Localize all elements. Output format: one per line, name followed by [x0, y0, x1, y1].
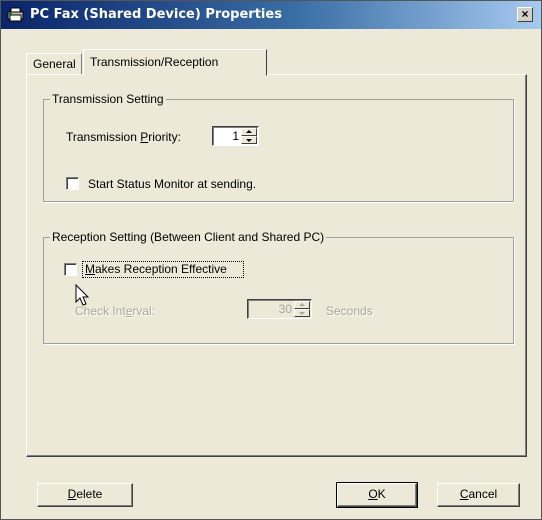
ok-label: K: [377, 487, 386, 501]
tab-transmission-reception-label: Transmission/Reception: [90, 55, 219, 69]
status-monitor-checkbox[interactable]: [66, 177, 79, 190]
properties-dialog: PC Fax (Shared Device) Properties × Gene…: [0, 0, 542, 520]
priority-spin-up-button[interactable]: [241, 128, 257, 136]
tab-general[interactable]: General: [26, 53, 82, 75]
mouse-pointer-icon: [75, 284, 90, 306]
arrow-up-icon: [246, 130, 252, 133]
check-interval-value: 30: [278, 302, 292, 316]
delete-label: elete: [76, 487, 103, 501]
close-icon: ×: [521, 7, 529, 21]
cancel-label: ancel: [468, 487, 498, 501]
printer-fax-icon: [7, 7, 24, 22]
priority-label: Transmission Priority:: [66, 130, 181, 144]
arrow-down-icon: [246, 139, 252, 142]
interval-spin-down-button[interactable]: [294, 309, 310, 317]
check-interval-spinner[interactable]: 30: [247, 299, 312, 319]
seconds-label: Seconds: [326, 304, 373, 318]
interval-spin-up-button[interactable]: [294, 301, 310, 309]
title-bar[interactable]: PC Fax (Shared Device) Properties ×: [1, 1, 541, 29]
priority-spinner[interactable]: 1: [212, 126, 259, 146]
arrow-down-icon: [299, 312, 305, 315]
cancel-button[interactable]: Cancel: [437, 483, 520, 507]
status-monitor-label: Start Status Monitor at sending.: [88, 177, 257, 191]
reception-effective-label: Makes Reception Effective: [85, 262, 227, 276]
reception-group-label: Reception Setting (Between Client and Sh…: [50, 230, 327, 244]
arrow-up-icon: [299, 303, 305, 306]
reception-effective-checkbox[interactable]: [64, 263, 77, 276]
tab-transmission-reception[interactable]: Transmission/Reception: [83, 49, 267, 76]
transmission-group-label: Transmission Setting: [50, 92, 166, 106]
window-title: PC Fax (Shared Device) Properties: [30, 7, 282, 22]
priority-value: 1: [232, 129, 239, 143]
tab-general-label: General: [33, 57, 76, 71]
priority-spin-down-button[interactable]: [241, 136, 257, 144]
delete-button[interactable]: Delete: [37, 483, 133, 507]
tab-panel: Transmission Setting Transmission Priori…: [26, 74, 527, 457]
ok-accel: O: [368, 487, 378, 501]
transmission-setting-group: Transmission Setting Transmission Priori…: [43, 92, 514, 202]
ok-button[interactable]: OK: [336, 482, 418, 508]
delete-accel: D: [67, 487, 77, 501]
close-button[interactable]: ×: [517, 7, 533, 22]
reception-setting-group: Reception Setting (Between Client and Sh…: [43, 230, 514, 344]
